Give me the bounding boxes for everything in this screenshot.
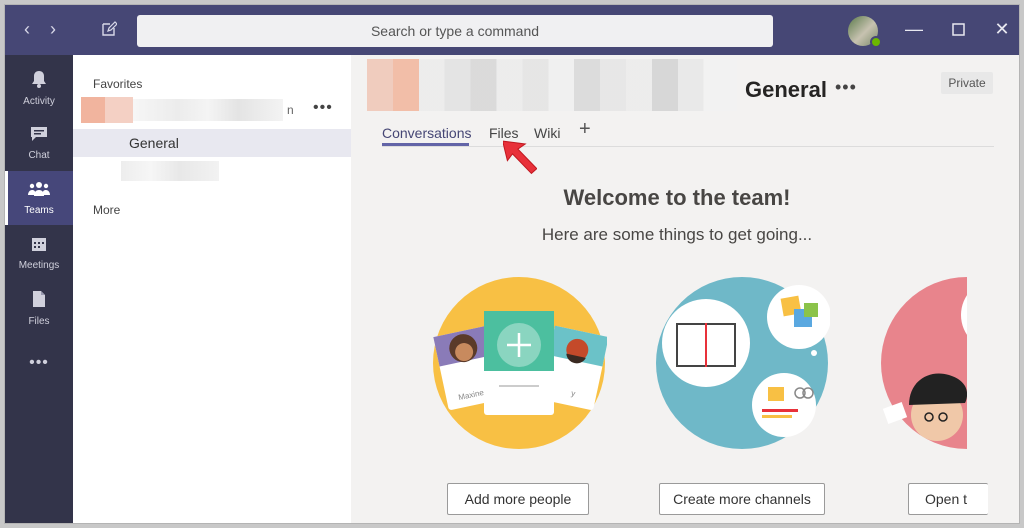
open-faq-button[interactable]: Open t (908, 483, 988, 515)
close-icon[interactable]: ✕ (991, 18, 1013, 40)
privacy-badge: Private (941, 72, 993, 94)
teams-list-panel: Favorites n ••• General More (73, 55, 351, 523)
add-tab-icon[interactable]: + (579, 118, 591, 141)
teams-window: ‹ › Search or type a command — ✕ Activit… (4, 4, 1020, 524)
rail-item-meetings[interactable]: Meetings (5, 226, 73, 280)
rail-item-files[interactable]: Files (5, 281, 73, 335)
rail-label: Meetings (18, 259, 60, 271)
channel-item-general[interactable]: General (73, 129, 351, 157)
rail-label: Teams (24, 204, 54, 216)
team-more-options-icon[interactable]: ••• (313, 99, 333, 117)
file-icon (32, 290, 46, 313)
channel-label: General (129, 135, 179, 151)
maximize-icon[interactable] (947, 18, 969, 40)
add-people-illustration: Maxine y (433, 277, 607, 449)
create-more-channels-button[interactable]: Create more channels (659, 483, 825, 515)
team-name[interactable]: n (287, 103, 294, 117)
app-rail: Activity Chat Teams Meetings Files ••• (5, 55, 73, 523)
status-available-icon (870, 36, 882, 48)
channel-more-options-icon[interactable]: ••• (835, 77, 857, 98)
title-bar: ‹ › Search or type a command — ✕ (5, 5, 1019, 55)
calendar-icon (31, 236, 47, 257)
bell-icon (31, 70, 47, 93)
rail-item-teams[interactable]: Teams (5, 171, 73, 225)
team-header-blur (367, 59, 737, 111)
tab-conversations[interactable]: Conversations (382, 125, 472, 141)
rail-item-chat[interactable]: Chat (5, 116, 73, 170)
forward-arrow-icon[interactable]: › (41, 17, 65, 41)
compose-icon[interactable] (97, 17, 121, 41)
welcome-subheading: Here are some things to get going... (541, 225, 813, 244)
add-more-people-button[interactable]: Add more people (447, 483, 589, 515)
rail-label: Chat (28, 149, 50, 161)
chat-icon (30, 126, 48, 147)
search-input[interactable]: Search or type a command (137, 15, 773, 47)
minimize-icon[interactable]: — (903, 18, 925, 40)
channel-main: General ••• Private Conversations Files … (351, 55, 1019, 523)
page-title: General (745, 77, 827, 102)
rail-label: Files (28, 315, 50, 327)
rail-item-activity[interactable]: Activity (5, 61, 73, 115)
teams-icon (28, 181, 50, 202)
create-channels-illustration (656, 277, 830, 449)
more-apps-icon[interactable]: ••• (5, 336, 73, 390)
pointer-arrow-icon (503, 140, 537, 175)
tabs-divider (382, 146, 994, 147)
tab-wiki[interactable]: Wiki (534, 125, 560, 141)
team-avatar-blur (105, 97, 133, 123)
favorites-heading: Favorites (93, 77, 143, 91)
channel-item-blurred[interactable] (121, 161, 219, 181)
more-heading: More (93, 203, 121, 217)
welcome-heading: Welcome to the team! (563, 185, 791, 210)
back-arrow-icon[interactable]: ‹ (15, 17, 39, 41)
open-faq-illustration (879, 275, 967, 451)
team-name-blur (133, 99, 283, 121)
rail-label: Activity (23, 95, 55, 107)
